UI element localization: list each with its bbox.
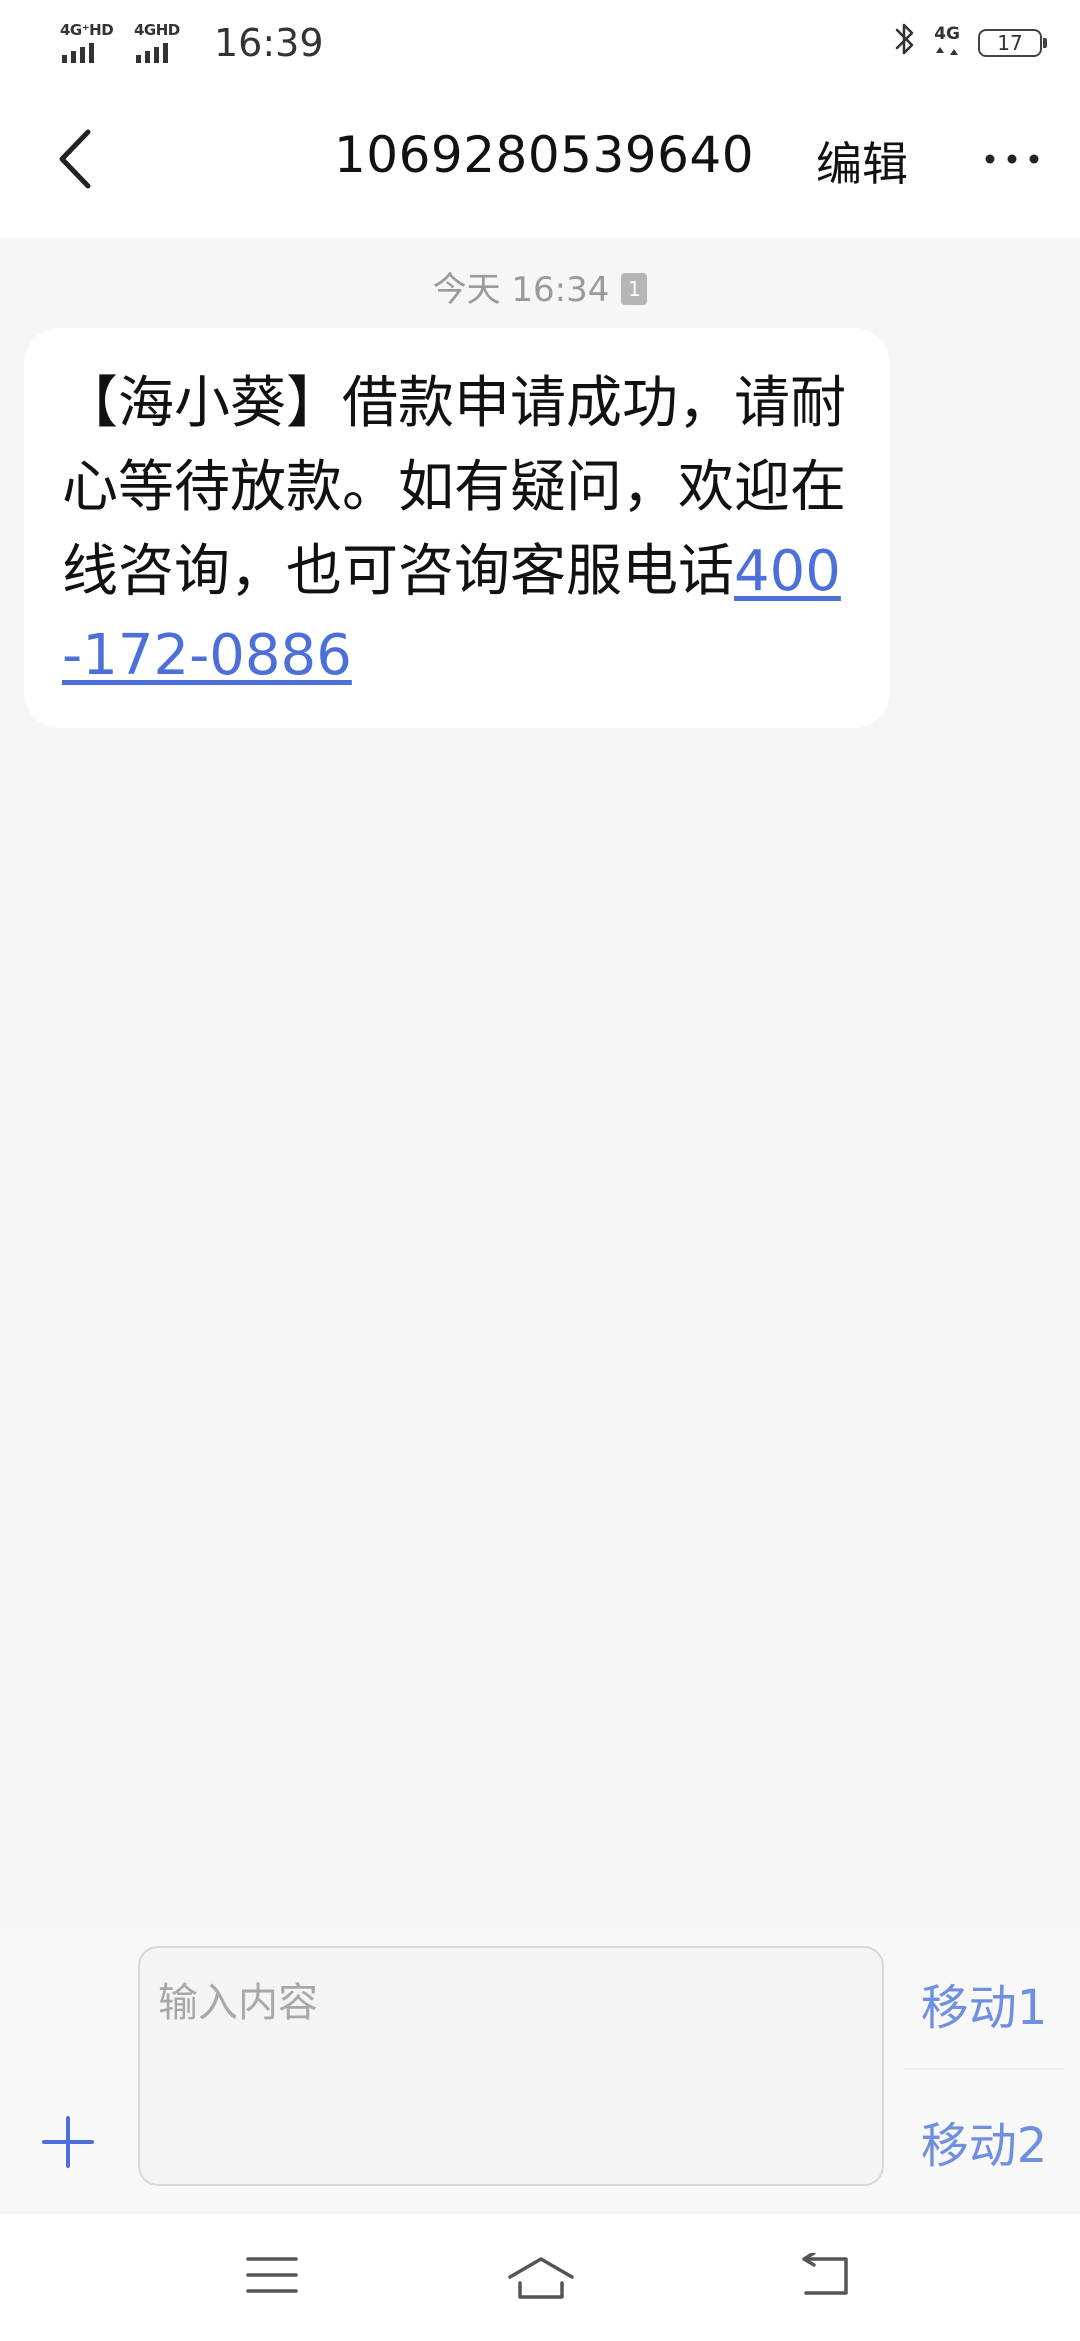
mobile-data-label: 4G xyxy=(934,24,960,44)
composer-bar: 移动1 移动2 xyxy=(0,1926,1080,2212)
send-sim1-button[interactable]: 移动1 xyxy=(904,1968,1064,2038)
signal-2-icon: 4GHD xyxy=(134,21,192,65)
battery-level: 17 xyxy=(997,31,1023,55)
bluetooth-icon xyxy=(894,21,916,66)
send-divider xyxy=(904,2068,1064,2070)
battery-icon: 17 xyxy=(978,29,1047,57)
send-sim2-button[interactable]: 移动2 xyxy=(904,2106,1064,2176)
contact-number-title: 1069280539640 xyxy=(334,126,755,184)
message-list[interactable]: 今天 16:34 1 【海小葵】借款申请成功，请耐心等待放款。如有疑问，欢迎在线咨… xyxy=(0,238,1080,1926)
more-options-icon[interactable] xyxy=(982,144,1042,174)
back-arrow-icon[interactable] xyxy=(50,124,110,194)
home-icon[interactable] xyxy=(506,2253,576,2307)
edit-button[interactable]: 编辑 xyxy=(816,128,908,194)
message-text: 【海小葵】借款申请成功，请耐心等待放款。如有疑问，欢迎在线咨询，也可咨询客服电话 xyxy=(62,371,846,604)
message-input[interactable] xyxy=(138,1946,884,2186)
system-nav-bar xyxy=(0,2212,1080,2341)
sim-card-badge: 1 xyxy=(621,272,648,305)
add-attachment-icon[interactable] xyxy=(40,2114,96,2170)
mobile-data-icon: 4G xyxy=(934,25,960,61)
conversation-header: 1069280539640 编辑 xyxy=(0,86,1080,238)
signal-2-label: 4GHD xyxy=(134,21,180,39)
status-right: 4G 17 xyxy=(894,18,1047,68)
status-bar: 4G⁺HD 4GHD 16:39 4G 17 xyxy=(0,0,1080,86)
status-time: 16:39 xyxy=(214,21,324,65)
message-timestamp: 今天 16:34 1 xyxy=(0,262,1080,311)
timestamp-text: 今天 16:34 xyxy=(432,270,610,310)
menu-icon[interactable] xyxy=(244,2253,300,2301)
signal-1-label: 4G⁺HD xyxy=(60,21,114,39)
signal-1-icon: 4G⁺HD xyxy=(60,21,118,65)
incoming-message-bubble[interactable]: 【海小葵】借款申请成功，请耐心等待放款。如有疑问，欢迎在线咨询，也可咨询客服电话… xyxy=(24,328,890,728)
status-left: 4G⁺HD 4GHD 16:39 xyxy=(60,18,324,68)
back-nav-icon[interactable] xyxy=(796,2251,856,2303)
